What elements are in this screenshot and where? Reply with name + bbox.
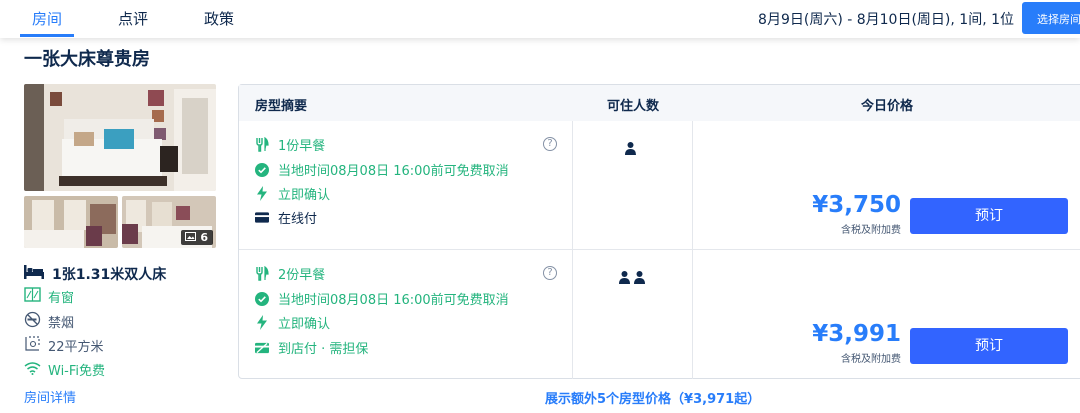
wifi-icon xyxy=(24,361,41,379)
person-icon xyxy=(625,140,636,159)
tab-rooms[interactable]: 房间 xyxy=(32,8,62,29)
feature-window: 有窗 xyxy=(24,287,74,306)
bed-icon xyxy=(24,265,44,283)
feature-wifi: Wi-Fi免费 xyxy=(24,360,105,379)
check-circle-icon xyxy=(255,162,269,177)
column-header-price: 今日价格 xyxy=(861,99,914,114)
tax-note: 含税及附加费 xyxy=(841,354,901,365)
guest-count-2 xyxy=(619,269,645,288)
price: ¥3,991 xyxy=(812,321,901,347)
room-photo-main[interactable] xyxy=(24,84,216,191)
instant-confirm-perk: 立即确认 xyxy=(255,184,330,203)
meal-icon xyxy=(255,137,269,152)
feature-no-smoking: 禁烟 xyxy=(24,311,74,332)
room-title: 一张大床尊贵房 xyxy=(24,49,150,70)
price: ¥3,750 xyxy=(812,192,901,218)
perk-label: 立即确认 xyxy=(278,317,331,332)
check-circle-icon xyxy=(255,291,269,306)
person-icon xyxy=(619,269,630,288)
book-button[interactable]: 预订 xyxy=(910,198,1068,234)
rate-table: 房型摘要 可住人数 今日价格 1份早餐 ? 当地时间08月08日 16:00前可… xyxy=(238,84,1080,379)
no-smoking-icon xyxy=(24,311,41,332)
photo-count: 6 xyxy=(200,231,208,244)
help-icon[interactable]: ? xyxy=(543,266,557,280)
area-icon xyxy=(24,335,41,356)
feature-label: 有窗 xyxy=(48,291,75,306)
bed-info: 1张1.31米双人床 xyxy=(24,264,166,284)
tax-note: 含税及附加费 xyxy=(841,225,901,236)
top-nav-bar: 房间 点评 政策 8月9日(周六) - 8月10日(周日), 1间, 1位 选择… xyxy=(0,0,1080,38)
meal-perk: 1份早餐 xyxy=(255,135,325,154)
feature-label: 22平方米 xyxy=(48,340,104,355)
room-photo-thumb[interactable] xyxy=(24,196,118,248)
person-icon xyxy=(634,269,645,288)
column-divider xyxy=(572,121,573,379)
column-header-occupancy: 可住人数 xyxy=(607,99,660,114)
meal-icon xyxy=(255,266,269,281)
image-icon xyxy=(185,231,197,244)
guest-count-1 xyxy=(625,140,636,159)
instant-confirm-perk: 立即确认 xyxy=(255,313,330,332)
payment-perk: 到店付 · 需担保 xyxy=(255,338,368,357)
row-divider xyxy=(239,249,1080,250)
show-more-rates-link[interactable]: 展示额外5个房型价格（¥3,971起） xyxy=(545,388,760,407)
select-room-button[interactable]: 选择房间 xyxy=(1022,2,1080,34)
room-details-link[interactable]: 房间详情 xyxy=(24,387,76,406)
perk-label: 在线付 xyxy=(278,212,318,227)
stay-summary[interactable]: 8月9日(周六) - 8月10日(周日), 1间, 1位 xyxy=(758,9,1014,29)
lightning-icon xyxy=(255,315,269,330)
pay-at-hotel-icon xyxy=(255,342,269,354)
help-icon[interactable]: ? xyxy=(543,137,557,151)
feature-label: 禁烟 xyxy=(48,316,75,331)
window-icon xyxy=(24,287,41,306)
card-icon xyxy=(255,212,269,223)
perk-label: 当地时间08月08日 16:00前可免费取消 xyxy=(278,164,509,179)
meal-perk: 2份早餐 xyxy=(255,264,325,283)
perk-label: 当地时间08月08日 16:00前可免费取消 xyxy=(278,293,509,308)
lightning-icon xyxy=(255,186,269,201)
tab-policies[interactable]: 政策 xyxy=(204,8,234,29)
payment-perk: 在线付 xyxy=(255,208,317,227)
free-cancellation-perk: 当地时间08月08日 16:00前可免费取消 xyxy=(255,289,509,308)
book-button[interactable]: 预订 xyxy=(910,328,1068,364)
photo-count-badge: 6 xyxy=(181,230,213,245)
table-header: 房型摘要 可住人数 今日价格 xyxy=(239,85,1080,121)
column-header-summary: 房型摘要 xyxy=(255,99,308,114)
bed-type: 1张1.31米双人床 xyxy=(52,267,167,283)
column-divider xyxy=(692,121,693,379)
active-tab-indicator xyxy=(20,34,74,37)
perk-label: 1份早餐 xyxy=(278,139,326,154)
feature-area: 22平方米 xyxy=(24,335,104,356)
feature-label: Wi-Fi免费 xyxy=(48,364,106,379)
perk-label: 2份早餐 xyxy=(278,268,326,283)
perk-label: 立即确认 xyxy=(278,188,331,203)
perk-label: 到店付 · 需担保 xyxy=(278,342,369,357)
free-cancellation-perk: 当地时间08月08日 16:00前可免费取消 xyxy=(255,160,509,179)
tab-reviews[interactable]: 点评 xyxy=(118,8,148,29)
room-photo-thumb[interactable]: 6 xyxy=(122,196,216,248)
